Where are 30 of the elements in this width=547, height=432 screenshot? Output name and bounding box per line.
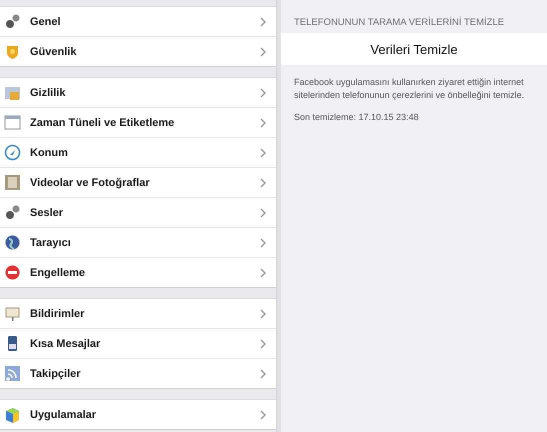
settings-item[interactable]: Tarayıcı	[0, 228, 276, 258]
settings-item[interactable]: Güvenlik	[0, 37, 276, 66]
settings-item[interactable]: Takipçiler	[0, 359, 276, 388]
chevron-icon	[260, 46, 266, 56]
clear-data-button[interactable]: Verileri Temizle	[281, 33, 547, 65]
chevron-icon	[260, 178, 266, 188]
settings-item[interactable]: Konum	[0, 138, 276, 168]
settings-item[interactable]: Gizlilik	[0, 78, 276, 108]
last-cleared-text: Son temizleme: 17.10.15 23:48	[294, 112, 420, 122]
chevron-icon	[260, 268, 266, 278]
chevron-icon	[260, 410, 266, 420]
settings-item[interactable]: Engelleme	[0, 258, 276, 287]
chevron-icon	[260, 238, 266, 248]
settings-item[interactable]: Bildirimler	[0, 299, 276, 329]
section-header: TELEFONUNUN TARAMA VERİLERİNİ TEMİZLE	[293, 17, 506, 30]
chevron-icon	[260, 148, 266, 158]
chevron-icon	[260, 208, 266, 218]
chevron-icon	[260, 16, 266, 26]
settings-item[interactable]: Kısa Mesajlar	[0, 329, 276, 359]
settings-item[interactable]: Genel	[0, 7, 276, 37]
chevron-icon	[260, 308, 266, 318]
settings-item[interactable]: Videolar ve Fotoğraflar	[0, 168, 276, 198]
chevron-icon	[260, 338, 266, 348]
chevron-icon	[260, 368, 266, 378]
description-text: Facebook uygulamasını kullanırken ziyaret ettiğin internet sitelerinden telefonunun çerezlerini ve önbelleğini temizle.	[294, 76, 526, 102]
settings-item[interactable]: Uygulamalar	[0, 400, 276, 429]
chevron-icon	[260, 118, 266, 128]
settings-item[interactable]: Zaman Tüneli ve Etiketleme	[0, 108, 276, 138]
settings-item[interactable]: Sesler	[0, 198, 276, 228]
chevron-icon	[260, 88, 266, 98]
